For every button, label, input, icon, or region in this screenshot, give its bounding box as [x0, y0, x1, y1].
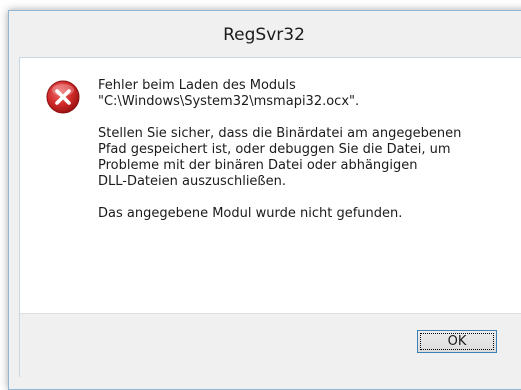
window-title: RegSvr32 [223, 25, 305, 45]
title-bar[interactable]: RegSvr32 [9, 11, 521, 57]
message-line-3: Das angegebene Modul wurde nicht gefunde… [98, 206, 403, 221]
ok-button[interactable]: OK [417, 330, 497, 353]
message-line-1: Fehler beim Laden des Moduls "C:\Windows… [98, 78, 360, 109]
message-line-2: Stellen Sie sicher, dass die Binärdatei … [98, 126, 462, 189]
button-bar: OK [20, 313, 521, 379]
dialog-window: RegSvr32 Fehler beim Laden des Moduls "C… [8, 10, 521, 390]
dialog-client-area: Fehler beim Laden des Moduls "C:\Windows… [19, 57, 521, 379]
message-area: Fehler beim Laden des Moduls "C:\Windows… [20, 58, 521, 313]
error-icon [46, 80, 80, 114]
error-message: Fehler beim Laden des Moduls "C:\Windows… [98, 78, 518, 238]
